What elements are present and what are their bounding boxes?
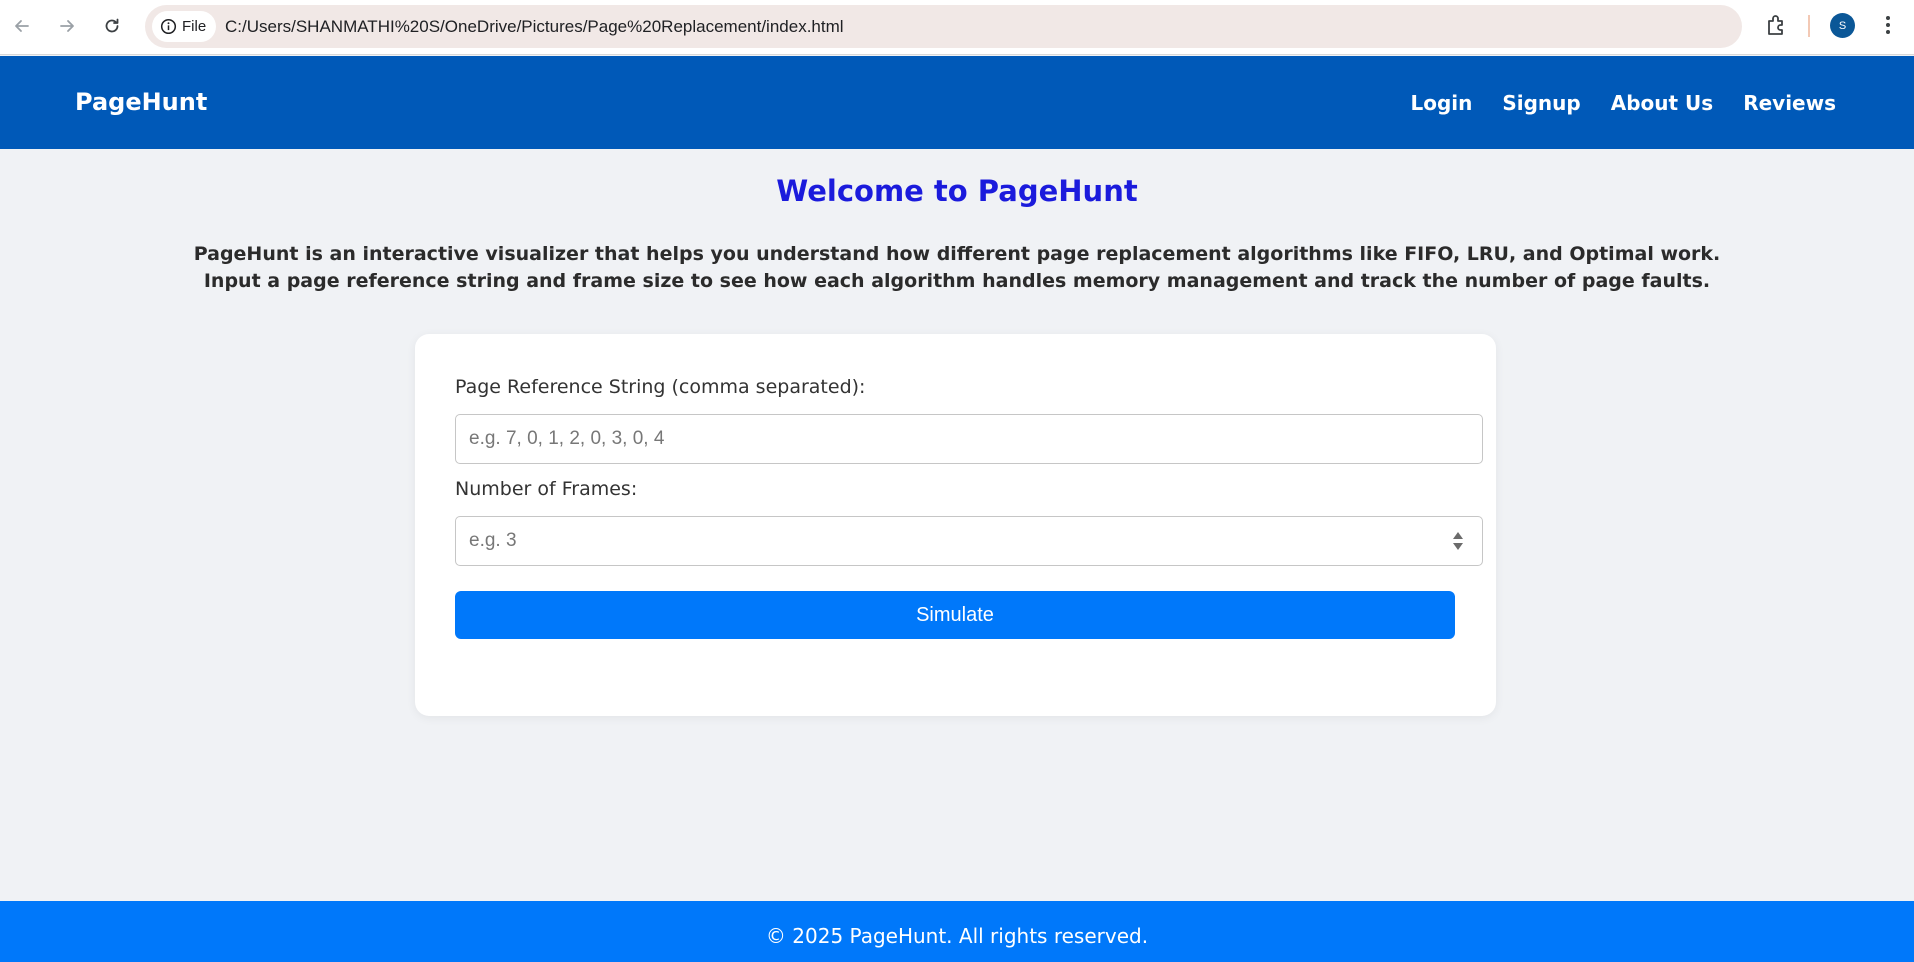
nav-signup-link[interactable]: Signup bbox=[1502, 91, 1580, 115]
site-chip-label: File bbox=[182, 18, 207, 35]
url-text[interactable]: C:/Users/SHANMATHI%20S/OneDrive/Pictures… bbox=[225, 5, 844, 48]
toolbar-divider bbox=[1808, 15, 1810, 37]
profile-avatar[interactable]: S bbox=[1830, 13, 1855, 38]
intro-line-1: PageHunt is an interactive visualizer th… bbox=[193, 243, 1721, 265]
frames-label: Number of Frames: bbox=[455, 478, 638, 500]
nav-reviews-link[interactable]: Reviews bbox=[1743, 91, 1836, 115]
info-icon bbox=[160, 18, 177, 35]
frames-input[interactable] bbox=[455, 516, 1483, 566]
browser-toolbar: File C:/Users/SHANMATHI%20S/OneDrive/Pic… bbox=[0, 0, 1914, 55]
main-nav: Login Signup About Us Reviews bbox=[1410, 56, 1836, 149]
nav-login-link[interactable]: Login bbox=[1410, 91, 1472, 115]
reload-icon bbox=[105, 18, 119, 33]
site-footer: © 2025 PageHunt. All rights reserved. bbox=[0, 901, 1914, 962]
reference-string-label: Page Reference String (comma separated): bbox=[455, 376, 866, 398]
more-vert-icon[interactable] bbox=[1878, 14, 1898, 36]
back-arrow-icon bbox=[15, 20, 29, 32]
extensions-icon[interactable] bbox=[1764, 12, 1790, 38]
intro-line-2: Input a page reference string and frame … bbox=[203, 270, 1711, 292]
forward-arrow-icon bbox=[60, 20, 74, 32]
site-header: PageHunt Login Signup About Us Reviews bbox=[0, 56, 1914, 149]
site-logo[interactable]: PageHunt bbox=[75, 56, 207, 149]
simulation-form-card: Page Reference String (comma separated):… bbox=[415, 334, 1496, 716]
footer-copyright: © 2025 PageHunt. All rights reserved. bbox=[765, 924, 1149, 948]
reload-button[interactable] bbox=[95, 9, 129, 43]
number-spinner-icon[interactable] bbox=[1451, 527, 1465, 555]
intro-text: PageHunt is an interactive visualizer th… bbox=[0, 241, 1914, 295]
reference-string-input[interactable] bbox=[455, 414, 1483, 464]
nav-about-link[interactable]: About Us bbox=[1611, 91, 1713, 115]
simulate-button[interactable]: Simulate bbox=[455, 591, 1455, 639]
site-info-chip[interactable]: File bbox=[152, 11, 216, 42]
address-bar[interactable]: File C:/Users/SHANMATHI%20S/OneDrive/Pic… bbox=[145, 5, 1852, 48]
page-title: Welcome to PageHunt bbox=[776, 174, 1138, 208]
back-button[interactable] bbox=[5, 9, 39, 43]
forward-button[interactable] bbox=[50, 9, 84, 43]
